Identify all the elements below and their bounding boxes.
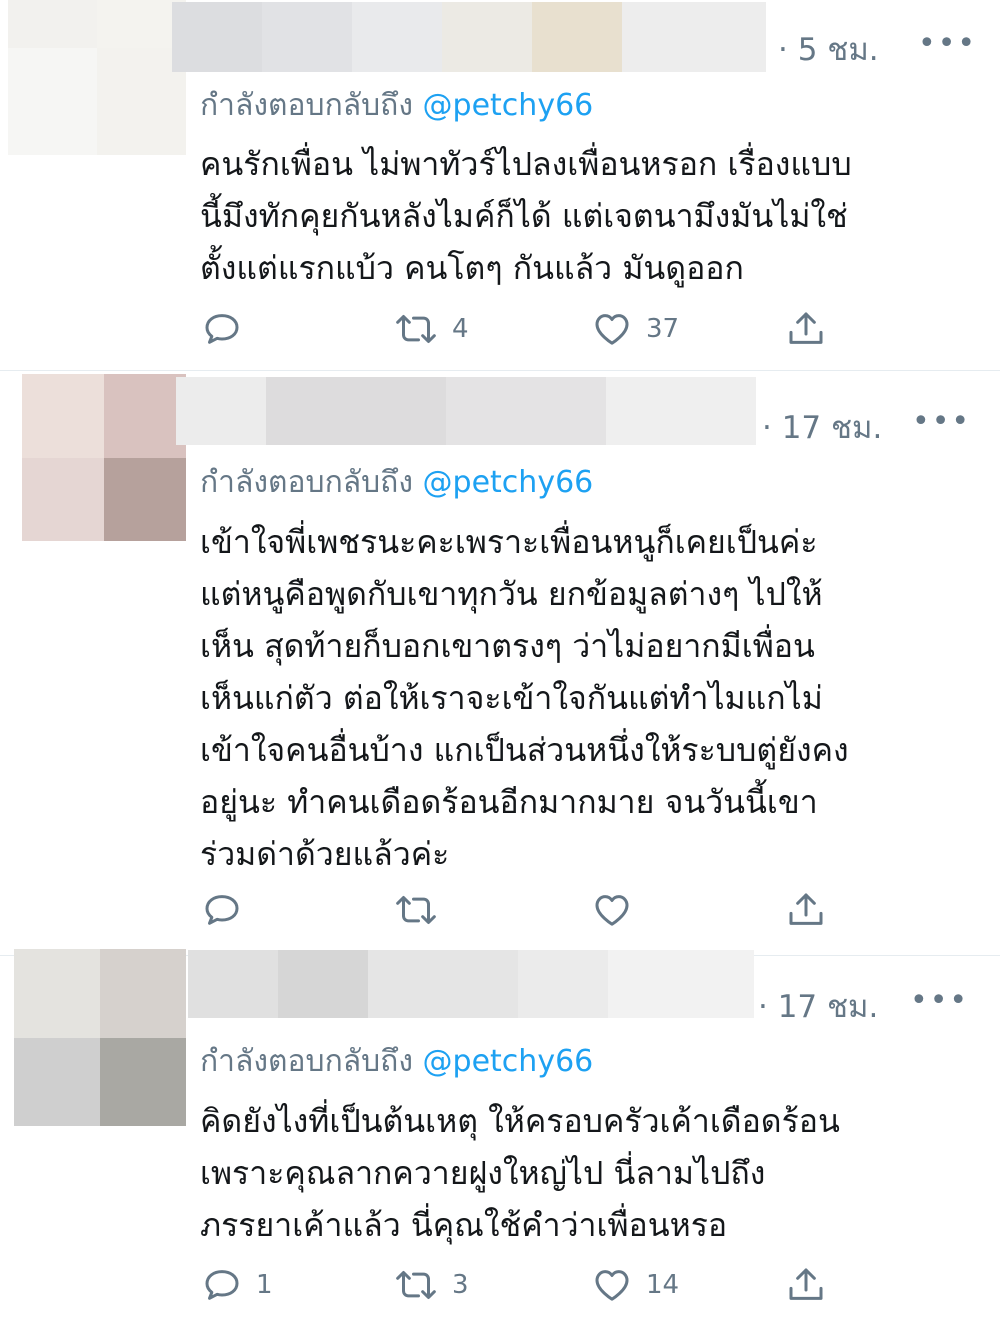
more-icon[interactable]: ••• bbox=[912, 404, 971, 439]
tweet-time[interactable]: · 17 ชม. bbox=[758, 981, 878, 1031]
reply-icon bbox=[205, 895, 239, 925]
replying-to: กำลังตอบกลับถึง @petchy66 bbox=[200, 82, 593, 129]
replying-to: กำลังตอบกลับถึง @petchy66 bbox=[200, 1038, 593, 1085]
share-icon bbox=[789, 893, 823, 925]
more-icon[interactable]: ••• bbox=[918, 26, 977, 61]
tweet-text-line: เข้าใจคนอื่นบ้าง แกเป็นส่วนหนึ่งให้ระบบต… bbox=[200, 731, 849, 769]
retweet-icon bbox=[396, 896, 436, 924]
tweet-text-line: เห็น สุดท้ายก็บอกเขาตรงๆ ว่าไม่อยากมีเพื… bbox=[200, 627, 815, 665]
tweet-3[interactable]: · 17 ชม. ••• กำลังตอบกลับถึง @petchy66 ค… bbox=[0, 949, 1000, 1325]
reply-button[interactable] bbox=[202, 890, 256, 930]
replying-to-label: กำลังตอบกลับถึง bbox=[200, 1044, 413, 1079]
like-count: 14 bbox=[646, 1270, 680, 1300]
reply-handle-link[interactable]: @petchy66 bbox=[423, 1044, 594, 1079]
retweet-count: 4 bbox=[452, 314, 469, 344]
retweet-icon bbox=[396, 315, 436, 343]
retweet-icon bbox=[396, 1271, 436, 1299]
tweet-text-line: เข้าใจพี่เพชรนะคะเพราะเพื่อนหนูก็เคยเป็น… bbox=[200, 523, 818, 561]
like-button[interactable] bbox=[592, 890, 646, 930]
like-count: 37 bbox=[646, 314, 680, 344]
tweet-text-line: คิดยังไงที่เป็นต้นเหตุ ให้ครอบครัวเค้าเด… bbox=[200, 1102, 840, 1140]
tweet-text-line: ร่วมด่าด้วยแล้วค่ะ bbox=[200, 835, 450, 873]
reply-count: 1 bbox=[256, 1270, 273, 1300]
tweet-text: คนรักเพื่อน ไม่พาทัวร์ไปลงเพื่อนหรอก เรื… bbox=[200, 138, 960, 294]
tweet-text-line: คนรักเพื่อน ไม่พาทัวร์ไปลงเพื่อนหรอก เรื… bbox=[200, 145, 852, 183]
tweet-time[interactable]: · 17 ชม. bbox=[762, 402, 882, 452]
reply-button[interactable] bbox=[202, 309, 256, 349]
reply-button[interactable]: 1 bbox=[202, 1265, 273, 1305]
reply-handle-link[interactable]: @petchy66 bbox=[423, 465, 594, 500]
like-button[interactable]: 37 bbox=[592, 309, 679, 349]
author-name-blurred[interactable] bbox=[176, 377, 756, 445]
share-button[interactable] bbox=[786, 890, 826, 930]
replying-to-label: กำลังตอบกลับถึง bbox=[200, 88, 413, 123]
tweet-text-line: เพราะคุณลากควายฝูงใหญ่ไป นี่ลามไปถึง bbox=[200, 1154, 766, 1192]
replying-to: กำลังตอบกลับถึง @petchy66 bbox=[200, 459, 593, 506]
like-icon bbox=[595, 314, 629, 345]
like-icon bbox=[595, 895, 629, 926]
tweet-text-line: ภรรยาเค้าแล้ว นี่คุณใช้คำว่าเพื่อนหรอ bbox=[200, 1206, 728, 1244]
avatar[interactable] bbox=[22, 374, 186, 541]
tweet-2[interactable]: · 17 ชม. ••• กำลังตอบกลับถึง @petchy66 เ… bbox=[0, 371, 1000, 955]
reply-icon bbox=[205, 314, 239, 344]
retweet-count: 3 bbox=[452, 1270, 469, 1300]
tweet-text: เข้าใจพี่เพชรนะคะเพราะเพื่อนหนูก็เคยเป็น… bbox=[200, 516, 960, 880]
like-button[interactable]: 14 bbox=[592, 1265, 679, 1305]
more-icon[interactable]: ••• bbox=[910, 983, 969, 1018]
share-icon bbox=[789, 312, 823, 344]
tweet-text-line: เห็นแก่ตัว ต่อให้เราจะเข้าใจกันแต่ทำไมแก… bbox=[200, 679, 823, 717]
avatar[interactable] bbox=[8, 0, 186, 155]
tweet-time[interactable]: · 5 ชม. bbox=[778, 24, 879, 74]
share-button[interactable] bbox=[786, 1265, 826, 1305]
avatar[interactable] bbox=[14, 949, 186, 1126]
tweet-text-line: นี้มึงทักคุยกันหลังไมค์ก็ได้ แต่เจตนามึง… bbox=[200, 197, 848, 235]
like-icon bbox=[595, 1270, 629, 1301]
share-button[interactable] bbox=[786, 309, 826, 349]
author-name-blurred[interactable] bbox=[172, 2, 766, 72]
tweet-text-line: ตั้งแต่แรกแบ้ว คนโตๆ กันแล้ว มันดูออก bbox=[200, 249, 744, 287]
retweet-button[interactable]: 4 bbox=[394, 309, 469, 349]
tweet-text-line: แต่หนูคือพูดกับเขาทุกวัน ยกข้อมูลต่างๆ ไ… bbox=[200, 575, 823, 613]
retweet-button[interactable]: 3 bbox=[394, 1265, 469, 1305]
replying-to-label: กำลังตอบกลับถึง bbox=[200, 465, 413, 500]
reply-icon bbox=[205, 1270, 239, 1300]
retweet-button[interactable] bbox=[394, 890, 452, 930]
tweet-text: คิดยังไงที่เป็นต้นเหตุ ให้ครอบครัวเค้าเด… bbox=[200, 1095, 960, 1251]
author-name-blurred[interactable] bbox=[188, 950, 754, 1018]
tweet-1[interactable]: · 5 ชม. ••• กำลังตอบกลับถึง @petchy66 คน… bbox=[0, 0, 1000, 370]
share-icon bbox=[789, 1268, 823, 1300]
tweet-text-line: อยู่นะ ทำคนเดือดร้อนอีกมากมาย จนวันนี้เข… bbox=[200, 783, 818, 821]
reply-handle-link[interactable]: @petchy66 bbox=[423, 88, 594, 123]
